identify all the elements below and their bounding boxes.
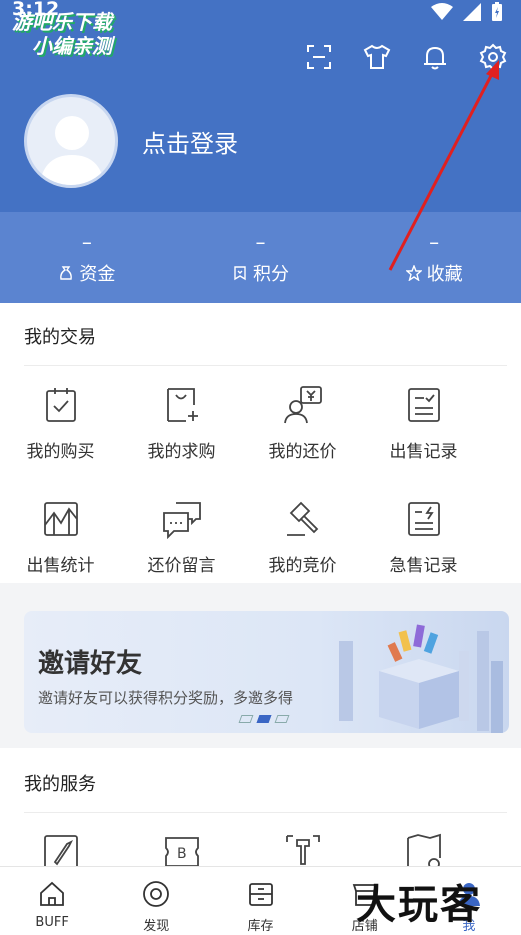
chat-bubbles-icon <box>162 502 201 539</box>
transactions-title: 我的交易 <box>24 327 96 348</box>
stat-favorites-label: 收藏 <box>426 264 463 285</box>
my-wanted-label: 我的求购 <box>147 442 216 462</box>
watermark-bottom: 大玩客 <box>356 881 482 928</box>
gift-box-illustration-icon <box>339 624 503 733</box>
home-icon <box>40 881 64 906</box>
my-counteroffers-label: 我的还价 <box>268 442 337 462</box>
my-purchases-label: 我的购买 <box>26 442 95 462</box>
discover-icon <box>143 881 170 907</box>
flash-list-icon <box>407 502 440 536</box>
sales-stats-label: 出售统计 <box>26 556 95 576</box>
pagination-dot-active[interactable] <box>256 715 272 723</box>
clipboard-check-icon <box>45 388 76 422</box>
services-title: 我的服务 <box>24 774 96 795</box>
urgent-sales-records[interactable]: 急售记录 <box>363 499 484 613</box>
money-bag-icon <box>60 266 73 280</box>
transactions-grid: 我的购买 我的求购 我的还价 出售记录 出售统计 还价留言 我的竞价 急售记录 <box>0 385 521 613</box>
my-wanted[interactable]: 我的求购 <box>121 385 242 499</box>
points-icon <box>234 266 246 281</box>
bag-plus-icon <box>166 388 198 422</box>
nav-buff-label: BUFF <box>35 915 69 930</box>
my-bids-label: 我的竞价 <box>268 556 337 576</box>
sales-records-label: 出售记录 <box>389 442 458 462</box>
nav-discover-label: 发现 <box>143 919 170 934</box>
inventory-icon <box>248 883 273 906</box>
login-link[interactable]: 点击登录 <box>142 124 238 159</box>
stat-points-label: 积分 <box>253 264 289 285</box>
signal-icon <box>463 3 481 21</box>
battery-icon <box>492 2 502 21</box>
sales-records[interactable]: 出售记录 <box>363 385 484 499</box>
pagination-dot[interactable] <box>274 715 290 723</box>
nav-inventory[interactable]: 库存 <box>208 867 312 935</box>
offer-messages-label: 还价留言 <box>147 556 216 576</box>
my-purchases[interactable]: 我的购买 <box>0 385 121 499</box>
transactions-card: 我的交易 我的购买 我的求购 我的还价 出售记录 出售统计 还价留言 我的竞价 … <box>0 303 521 583</box>
svg-text:B: B <box>177 846 187 862</box>
list-check-icon <box>407 388 440 422</box>
gavel-icon <box>286 501 318 536</box>
gear-icon[interactable] <box>479 43 507 71</box>
stat-favorites-value: – <box>429 230 440 254</box>
invite-friends-banner[interactable]: 邀请好友 邀请好友可以获得积分奖励，多邀多得 <box>24 611 509 733</box>
bell-icon[interactable] <box>421 43 449 71</box>
header-actions <box>305 43 507 71</box>
star-icon <box>405 265 422 281</box>
stat-funds[interactable]: – 资金 <box>0 232 174 286</box>
person-yen-icon <box>283 386 322 424</box>
offer-messages[interactable]: 还价留言 <box>121 499 242 613</box>
nav-inventory-label: 库存 <box>247 919 274 934</box>
avatar[interactable] <box>24 94 118 188</box>
banner-pagination <box>238 715 290 723</box>
divider <box>24 812 507 813</box>
chart-icon <box>43 502 78 536</box>
watermark-line2: 小编亲测 <box>32 34 112 58</box>
watermark-line1: 游吧乐下载 <box>12 10 112 34</box>
wifi-icon <box>431 3 453 20</box>
my-bids[interactable]: 我的竞价 <box>242 499 363 613</box>
banner-subtitle: 邀请好友可以获得积分奖励，多邀多得 <box>38 689 294 707</box>
pagination-dot[interactable] <box>238 715 254 723</box>
divider <box>24 365 507 366</box>
my-counteroffers[interactable]: 我的还价 <box>242 385 363 499</box>
stat-points-value: – <box>255 230 266 254</box>
account-stats: – 资金 – 积分 – 收藏 <box>0 232 521 286</box>
nav-buff[interactable]: BUFF <box>0 867 104 935</box>
tshirt-icon[interactable] <box>363 43 391 71</box>
watermark-logo: 游吧乐下载 小编亲测 <box>12 10 112 58</box>
sales-stats[interactable]: 出售统计 <box>0 499 121 613</box>
scan-icon[interactable] <box>305 43 333 71</box>
urgent-sales-records-label: 急售记录 <box>389 556 458 576</box>
stat-favorites[interactable]: – 收藏 <box>347 232 521 286</box>
stat-funds-label: 资金 <box>79 264 116 285</box>
stat-funds-value: – <box>81 230 92 254</box>
nav-discover[interactable]: 发现 <box>104 867 208 935</box>
stat-points[interactable]: – 积分 <box>174 232 348 286</box>
banner-title: 邀请好友 <box>38 649 143 679</box>
services-card: 我的服务 B <box>0 748 521 870</box>
